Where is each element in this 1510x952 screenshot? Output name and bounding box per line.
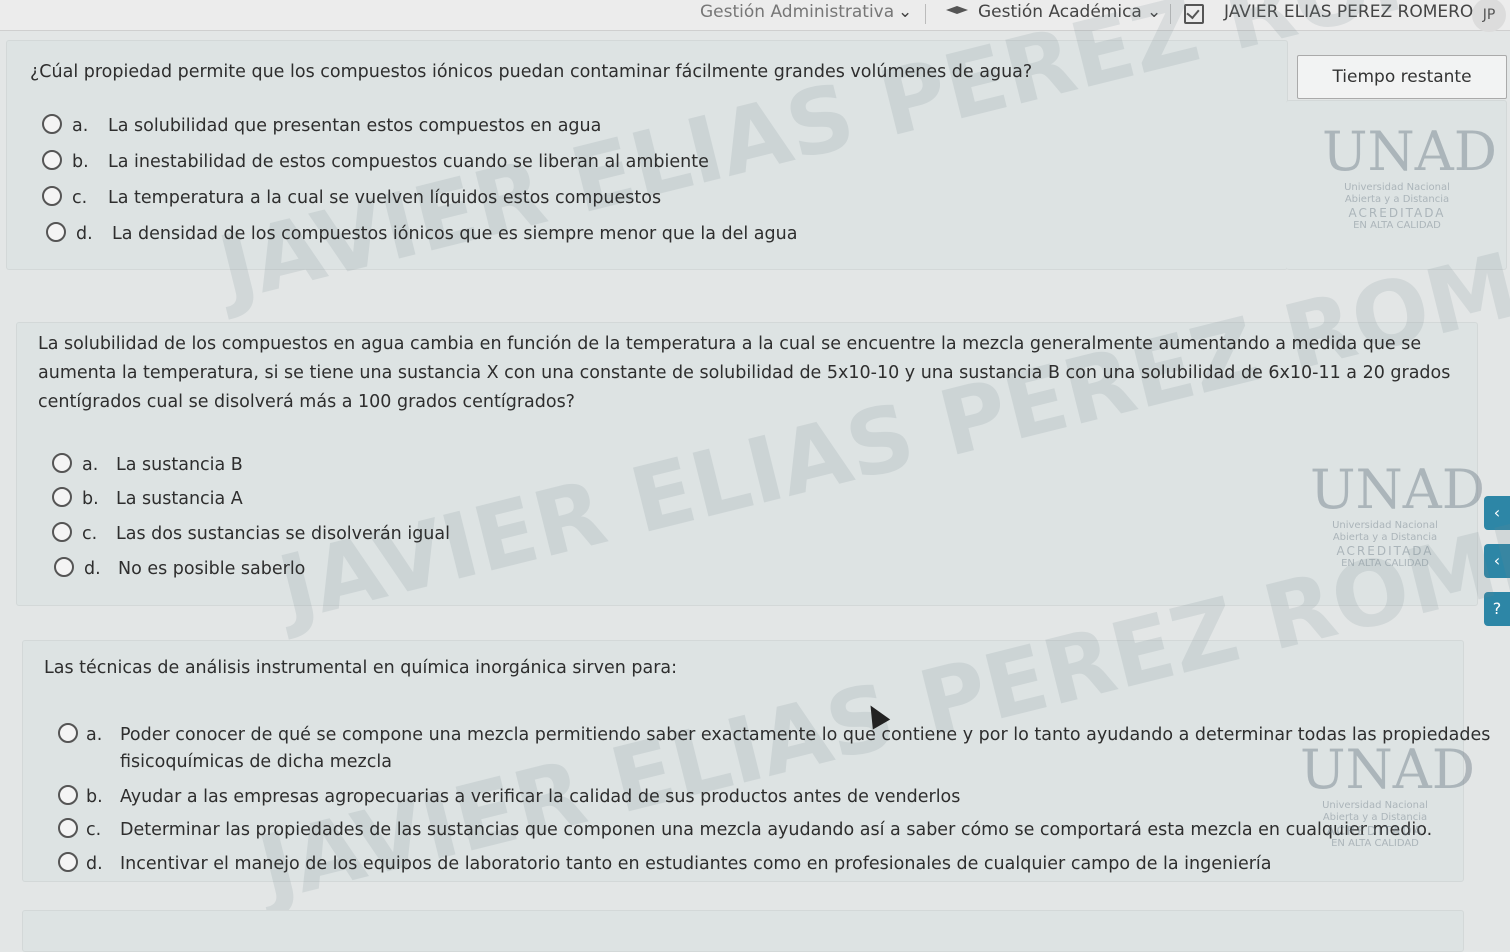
- help-icon[interactable]: ?: [1484, 592, 1510, 626]
- option-q3-a-continued[interactable]: fisicoquímicas de dicha mezcla: [120, 752, 392, 772]
- option-q3-d[interactable]: Incentivar el manejo de los equipos de l…: [120, 854, 1272, 874]
- option-q2-b[interactable]: La sustancia A: [116, 489, 243, 509]
- option-letter: d.: [84, 559, 101, 579]
- radio-q3-b[interactable]: [58, 785, 78, 805]
- user-name[interactable]: JAVIER ELIAS PEREZ ROMERO: [1224, 2, 1473, 22]
- option-letter: b.: [82, 489, 99, 509]
- option-letter: c.: [86, 820, 102, 840]
- question-3-text: Las técnicas de análisis instrumental en…: [44, 658, 678, 678]
- chevron-down-icon[interactable]: ⌄: [898, 2, 912, 22]
- option-q2-c[interactable]: Las dos sustancias se disolverán igual: [116, 524, 450, 544]
- option-letter: b.: [86, 787, 103, 807]
- chevron-left-icon[interactable]: ‹: [1484, 544, 1510, 578]
- option-letter: b.: [72, 152, 89, 172]
- academic-menu[interactable]: Gestión Académica: [978, 2, 1142, 22]
- top-navigation-bar: Gestión Administrativa ⌄ Gestión Académi…: [0, 0, 1510, 32]
- question-1-text: ¿Cúal propiedad permite que los compuest…: [30, 62, 1033, 82]
- option-letter: d.: [86, 854, 103, 874]
- radio-q1-a[interactable]: [42, 114, 62, 134]
- option-q3-b[interactable]: Ayudar a las empresas agropecuarias a ve…: [120, 787, 960, 807]
- separator: [1170, 4, 1171, 24]
- radio-q2-a[interactable]: [52, 453, 72, 473]
- option-q2-d[interactable]: No es posible saberlo: [118, 559, 305, 579]
- radio-q2-d[interactable]: [54, 557, 74, 577]
- radio-q1-d[interactable]: [46, 222, 66, 242]
- option-q1-d[interactable]: La densidad de los compuestos iónicos qu…: [112, 224, 797, 244]
- option-letter: c.: [72, 188, 88, 208]
- option-letter: d.: [76, 224, 93, 244]
- avatar[interactable]: JP: [1472, 0, 1506, 32]
- time-remaining: Tiempo restante 1:21:44: [1297, 55, 1507, 129]
- separator: [925, 4, 926, 24]
- checkbox-icon: [1184, 4, 1204, 24]
- option-letter: c.: [82, 524, 98, 544]
- radio-q3-a[interactable]: [58, 723, 78, 743]
- side-toggle-button[interactable]: ‹: [1484, 496, 1510, 530]
- option-letter: a.: [82, 455, 99, 475]
- question-2-text: La solubilidad de los compuestos en agua…: [38, 334, 1451, 412]
- radio-q3-c[interactable]: [58, 818, 78, 838]
- option-q3-a[interactable]: Poder conocer de qué se compone una mezc…: [120, 725, 1490, 745]
- option-letter: a.: [72, 116, 89, 136]
- radio-q2-b[interactable]: [52, 487, 72, 507]
- radio-q2-c[interactable]: [52, 522, 72, 542]
- option-letter: a.: [86, 725, 103, 745]
- question-card-4: [22, 910, 1464, 952]
- option-q1-c[interactable]: La temperatura a la cual se vuelven líqu…: [108, 188, 661, 208]
- radio-q1-b[interactable]: [42, 150, 62, 170]
- option-q1-b[interactable]: La inestabilidad de estos compuestos cua…: [108, 152, 709, 172]
- option-q2-a[interactable]: La sustancia B: [116, 455, 243, 475]
- admin-menu[interactable]: Gestión Administrativa: [700, 2, 894, 22]
- graduation-cap-icon: [946, 6, 968, 14]
- radio-q1-c[interactable]: [42, 186, 62, 206]
- question-card-1-extension: [1286, 100, 1507, 270]
- chevron-down-icon[interactable]: ⌄: [1147, 2, 1161, 22]
- option-q3-c[interactable]: Determinar las propiedades de las sustan…: [120, 820, 1432, 840]
- option-q1-a[interactable]: La solubilidad que presentan estos compu…: [108, 116, 601, 136]
- radio-q3-d[interactable]: [58, 852, 78, 872]
